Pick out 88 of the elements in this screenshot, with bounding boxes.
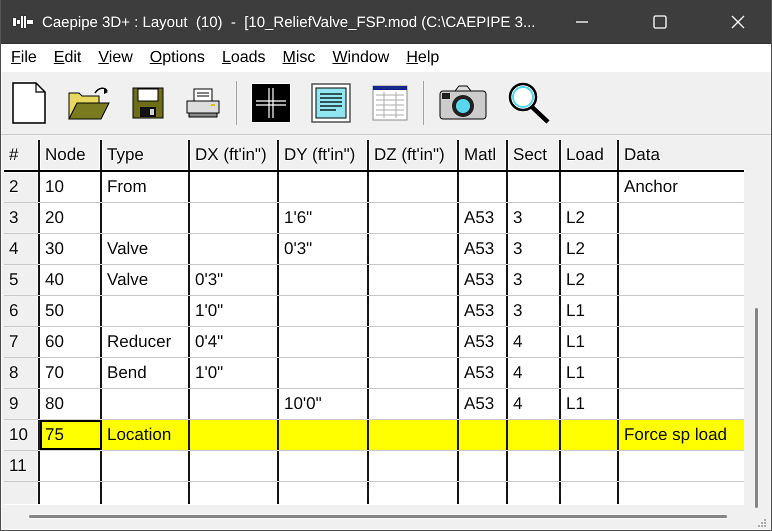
table-cell: 1'0": [190, 296, 279, 326]
row-number: 2: [4, 172, 40, 202]
scrollbar-thumb[interactable]: [755, 308, 758, 508]
table-cell: 3: [508, 296, 561, 326]
table-cell: 3: [508, 265, 561, 295]
menu-item[interactable]: Window: [332, 49, 390, 67]
table-cell: 40: [40, 265, 102, 295]
table-cell: A53: [459, 296, 508, 326]
maximize-icon[interactable]: [653, 15, 667, 29]
table-cell: L2: [561, 265, 619, 295]
table-cell: Force sp load: [619, 420, 744, 450]
row-number: 5: [4, 265, 40, 295]
table-cell: 75: [40, 420, 102, 450]
row-number: 10: [4, 420, 40, 450]
table-cell: 4: [508, 358, 561, 388]
camera-icon[interactable]: [439, 85, 487, 121]
table-cell: 60: [40, 327, 102, 357]
column-header: Type: [102, 140, 190, 170]
open-folder-icon[interactable]: [67, 85, 111, 121]
table-cell: 50: [40, 296, 102, 326]
row-number: 8: [4, 358, 40, 388]
window-title: Caepipe 3D+ : Layout (10) - [10_ReliefValve_FSP.mod (C:\CAEPIPE 3...: [42, 14, 536, 30]
column-header: DX (ft'in"): [190, 140, 279, 170]
table-cell: 30: [40, 234, 102, 264]
table-cell: 20: [40, 203, 102, 233]
table-cell: L1: [561, 327, 619, 357]
table-cell: 0'3": [190, 265, 279, 295]
scrollbar-thumb[interactable]: [29, 515, 727, 518]
table-cell: A53: [459, 234, 508, 264]
menu-item[interactable]: Edit: [54, 49, 82, 67]
table-cell: 10: [40, 172, 102, 202]
table-cell: 1'6": [279, 203, 369, 233]
menu-item[interactable]: Help: [406, 49, 440, 67]
table-cell: From: [102, 172, 190, 202]
column-header: Matl: [459, 140, 508, 170]
column-header: DY (ft'in"): [279, 140, 369, 170]
table-cell: 0'4": [190, 327, 279, 357]
table-cell: 1'0": [190, 358, 279, 388]
row-number: 6: [4, 296, 40, 326]
table-cell: 70: [40, 358, 102, 388]
column-header: DZ (ft'in"): [369, 140, 459, 170]
row-header: [4, 482, 40, 504]
table-cell: 3: [508, 203, 561, 233]
table-cell: A53: [459, 327, 508, 357]
menu-item[interactable]: View: [98, 49, 133, 67]
table-cell: [561, 420, 619, 450]
table-cell: L1: [561, 296, 619, 326]
table-cell: [459, 420, 508, 450]
table-cell: A53: [459, 358, 508, 388]
close-icon[interactable]: [731, 15, 745, 29]
table-cell: 0'3": [279, 234, 369, 264]
column-header: Load: [561, 140, 619, 170]
table-cell: Valve: [102, 265, 190, 295]
menu-item[interactable]: Loads: [222, 49, 266, 67]
row-number: 4: [4, 234, 40, 264]
table-cell: Anchor: [619, 172, 744, 202]
row-number: 11: [4, 451, 40, 481]
row-number: 3: [4, 203, 40, 233]
row-number: 9: [4, 389, 40, 419]
menu-item[interactable]: Misc: [282, 49, 316, 67]
table-cell: Location: [102, 420, 190, 450]
table-cell: L2: [561, 203, 619, 233]
column-header: Sect: [508, 140, 561, 170]
table-cell: 3: [508, 234, 561, 264]
table-icon[interactable]: [372, 85, 408, 121]
column-header: Data: [619, 140, 744, 170]
table-cell: [508, 420, 561, 450]
grid-icon[interactable]: [252, 84, 290, 122]
table-cell: Reducer: [102, 327, 190, 357]
printer-icon[interactable]: [185, 87, 221, 119]
menu-item[interactable]: Options: [150, 49, 205, 67]
resize-grip-icon[interactable]: [757, 518, 767, 528]
table-cell: Valve: [102, 234, 190, 264]
table-cell: L2: [561, 234, 619, 264]
column-header: #: [4, 140, 40, 170]
table-cell: A53: [459, 203, 508, 233]
row-number: 7: [4, 327, 40, 357]
document-icon[interactable]: [311, 83, 351, 123]
magnifier-icon[interactable]: [508, 82, 550, 124]
table-cell: 4: [508, 327, 561, 357]
menu-item[interactable]: File: [11, 49, 37, 67]
save-icon[interactable]: [132, 87, 164, 119]
new-document-icon[interactable]: [12, 82, 46, 124]
table-cell: L1: [561, 358, 619, 388]
column-header: Node: [40, 140, 102, 170]
table-cell: Bend: [102, 358, 190, 388]
table-cell: A53: [459, 265, 508, 295]
app-icon: [13, 16, 33, 28]
